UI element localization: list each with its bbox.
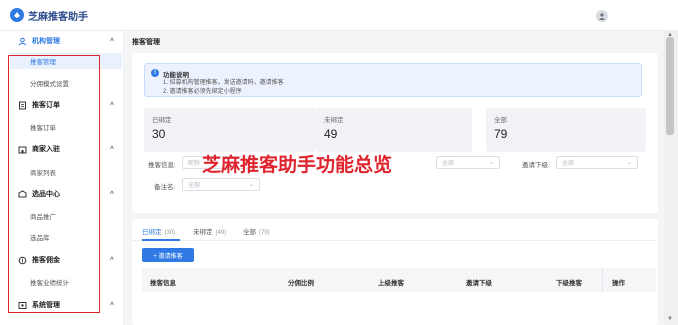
logo: 芝麻推客助手 bbox=[10, 8, 88, 23]
tab-label: 全部 bbox=[243, 229, 256, 236]
overlay-annotation-text: 芝麻推客助手功能总览 bbox=[202, 154, 393, 176]
filter-label-tweeter-info: 推客信息: bbox=[148, 162, 176, 169]
chevron-down-icon: ⌄ bbox=[248, 182, 254, 188]
table-header-cell: 分佣比例 bbox=[288, 280, 314, 287]
stat-label: 未绑定 bbox=[324, 117, 344, 124]
scrollbar-thumb[interactable] bbox=[666, 37, 674, 135]
table-header-cell: 操作 bbox=[612, 280, 625, 287]
info-notice: ! 功能说明 1. 招募机构管理推客，发送邀请码，邀请推客 2. 邀请推客必须先… bbox=[144, 63, 642, 97]
sidebar-group-label: 系统管理 bbox=[32, 302, 60, 309]
tab-count: (30) bbox=[164, 230, 176, 236]
tab-count: (79) bbox=[259, 230, 270, 236]
sidebar-group-commission[interactable]: 推客佣金 ^ bbox=[0, 250, 124, 270]
chevron-down-icon: ⌄ bbox=[626, 160, 632, 166]
user-avatar-icon[interactable] bbox=[596, 10, 608, 22]
sidebar-group-label: 机构管理 bbox=[32, 38, 60, 45]
remark-select-value: 全部 bbox=[188, 183, 201, 189]
table-header-cell: 上级推客 bbox=[378, 280, 404, 287]
remark-select[interactable]: 全部 ⌄ bbox=[182, 178, 260, 191]
status-select-value: 全部 bbox=[442, 161, 455, 167]
chevron-up-icon: ^ bbox=[109, 256, 114, 264]
sidebar-item-tweeter-orders[interactable]: 推客订单 bbox=[0, 119, 124, 135]
invite-tweeter-button[interactable]: + 邀请推客 bbox=[142, 248, 194, 262]
logo-icon bbox=[10, 8, 24, 22]
tab-all[interactable]: 全部 (79) bbox=[243, 226, 270, 236]
chevron-down-icon: ⌄ bbox=[488, 160, 494, 166]
order-icon bbox=[18, 101, 27, 110]
organization-icon bbox=[18, 37, 27, 46]
sidebar-group-system[interactable]: 系统管理 ^ bbox=[0, 295, 124, 315]
chevron-up-icon: ^ bbox=[109, 37, 114, 45]
info-line: 2. 邀请推客必须先绑定小程序 bbox=[163, 89, 242, 95]
tab-divider bbox=[132, 240, 656, 241]
sidebar-item-product-promotion[interactable]: 商品推广 bbox=[0, 208, 124, 224]
tab-count: (49) bbox=[215, 230, 227, 236]
sidebar-item-merchant-list[interactable]: 商家列表 bbox=[0, 164, 124, 180]
invite-sub-select-value: 全部 bbox=[562, 161, 575, 167]
chevron-up-icon: ^ bbox=[109, 301, 114, 309]
scroll-down-icon[interactable]: ▼ bbox=[667, 316, 673, 322]
merchant-icon bbox=[18, 145, 27, 154]
stat-label: 全部 bbox=[494, 117, 507, 124]
chevron-up-icon: ^ bbox=[109, 190, 114, 198]
chevron-up-icon: ^ bbox=[109, 145, 114, 153]
sidebar-group-label: 推客佣金 bbox=[32, 257, 60, 264]
sidebar-group-label: 商家入驻 bbox=[32, 146, 60, 153]
tab-unbound[interactable]: 未绑定 (49) bbox=[193, 226, 226, 236]
stat-value: 49 bbox=[324, 127, 338, 141]
sidebar-group-label: 推客订单 bbox=[32, 102, 60, 109]
tab-bound[interactable]: 已绑定 (30) bbox=[142, 226, 175, 236]
stat-value: 79 bbox=[494, 127, 508, 141]
commission-icon bbox=[18, 256, 27, 265]
sidebar: 机构管理 ^ 推客管理 分佣模式设置 推客订单 ^ 推客订单 商家入驻 ^ 商家… bbox=[0, 31, 124, 325]
filter-label-remark: 备注名: bbox=[154, 184, 176, 191]
tab-active-indicator bbox=[142, 239, 180, 241]
stat-card-bound[interactable]: 已绑定 30 bbox=[144, 108, 316, 152]
page-title: 推客管理 bbox=[132, 39, 160, 46]
sidebar-item-product-library[interactable]: 选品库 bbox=[0, 229, 124, 245]
table-header-cell: 下级推客 bbox=[556, 280, 582, 287]
filter-label-invite-sub: 邀请下级: bbox=[522, 162, 550, 169]
stat-label: 已绑定 bbox=[152, 117, 172, 124]
tab-label: 未绑定 bbox=[193, 229, 213, 236]
product-center-icon bbox=[18, 189, 27, 199]
info-icon: ! bbox=[151, 69, 159, 77]
sidebar-item-commission-mode[interactable]: 分佣模式设置 bbox=[0, 75, 124, 91]
chevron-up-icon: ^ bbox=[109, 101, 114, 109]
sidebar-group-label: 选品中心 bbox=[32, 191, 60, 198]
stat-value: 30 bbox=[152, 127, 166, 141]
tab-label: 已绑定 bbox=[142, 229, 162, 236]
sidebar-item-performance-stats[interactable]: 推客业绩统计 bbox=[0, 274, 124, 290]
table-header-cell: 邀请下级 bbox=[466, 280, 492, 287]
system-icon bbox=[18, 301, 27, 310]
app-title: 芝麻推客助手 bbox=[28, 11, 88, 23]
status-select[interactable]: 全部 ⌄ bbox=[436, 156, 500, 169]
table-header-cell: 推客信息 bbox=[150, 280, 176, 287]
table-column-divider bbox=[602, 268, 603, 292]
stat-card-unbound[interactable]: 未绑定 49 bbox=[316, 108, 472, 152]
sidebar-group-merchant[interactable]: 商家入驻 ^ bbox=[0, 139, 124, 159]
sidebar-group-product-center[interactable]: 选品中心 ^ bbox=[0, 184, 124, 204]
invite-sub-select[interactable]: 全部 ⌄ bbox=[556, 156, 638, 169]
sidebar-group-organization[interactable]: 机构管理 ^ bbox=[0, 31, 124, 51]
sidebar-group-orders[interactable]: 推客订单 ^ bbox=[0, 95, 124, 115]
top-bar: 芝麻推客助手 bbox=[0, 0, 678, 31]
sidebar-item-tweeter-management[interactable]: 推客管理 bbox=[10, 53, 122, 69]
info-line: 1. 招募机构管理推客，发送邀请码，邀请推客 bbox=[163, 80, 284, 86]
stat-card-all[interactable]: 全部 79 bbox=[486, 108, 646, 152]
